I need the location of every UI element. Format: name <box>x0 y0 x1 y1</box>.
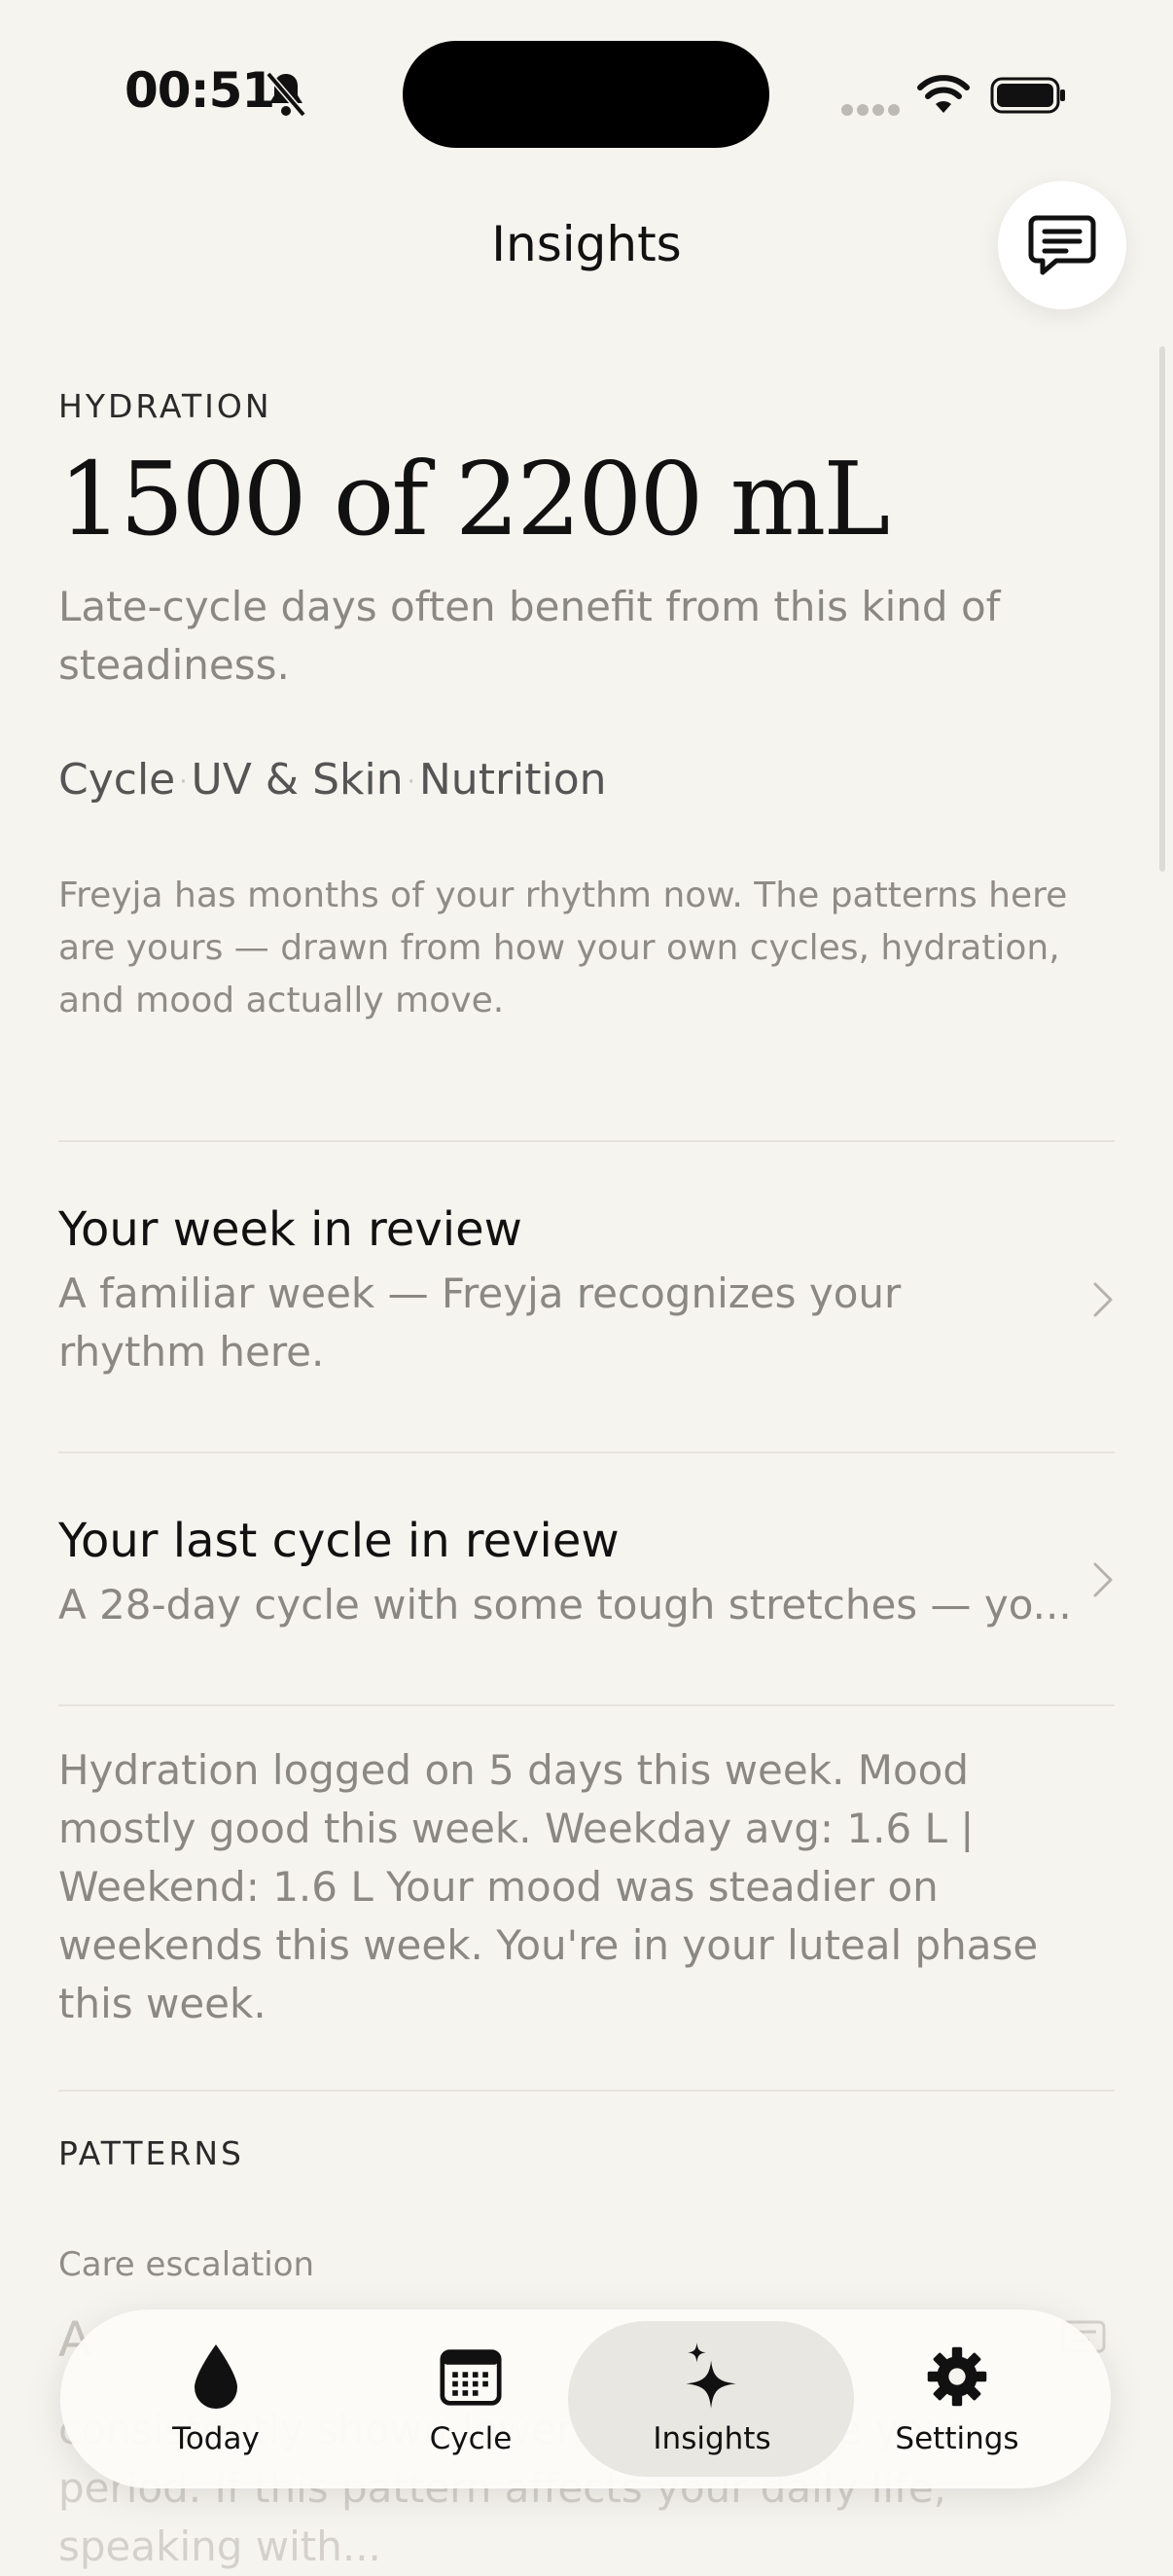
weekly-summary: Hydration logged on 5 days this week. Mo… <box>58 1746 1039 2027</box>
dynamic-island <box>403 41 769 148</box>
tab-settings[interactable]: Settings <box>850 2309 1064 2488</box>
hydration-description: Late-cycle days often benefit from this … <box>58 583 1001 689</box>
insights-intro: Freyja has months of your rhythm now. Th… <box>58 876 1068 1020</box>
chevron-right-icon <box>1093 1282 1113 1317</box>
battery-icon <box>990 77 1065 114</box>
chat-bubble-icon <box>1028 215 1096 275</box>
gear-icon <box>927 2346 987 2407</box>
patterns-eyebrow: PATTERNS <box>58 2134 244 2172</box>
tag-nutrition[interactable]: Nutrition <box>419 755 607 805</box>
status-time: 00:51 <box>124 62 275 119</box>
week-review-row[interactable]: Your week in review A familiar week — Fr… <box>58 1202 1115 1381</box>
wifi-icon <box>917 75 970 113</box>
divider <box>58 1451 1115 1453</box>
divider <box>58 2090 1115 2092</box>
week-review-title: Your week in review <box>58 1202 522 1257</box>
care-escalation-label: Care escalation <box>58 2245 315 2284</box>
tab-insights[interactable]: Insights <box>605 2309 819 2488</box>
cellular-signal-icon <box>841 104 900 116</box>
scrollbar[interactable] <box>1159 346 1165 872</box>
topic-tags: Cycle ·UV & Skin ·Nutrition <box>58 755 607 805</box>
tab-insights-label: Insights <box>653 2421 771 2456</box>
divider <box>58 1704 1115 1706</box>
tab-today[interactable]: Today <box>119 2309 313 2488</box>
hydration-value: 1500 of 2200 mL <box>58 440 890 558</box>
tab-settings-label: Settings <box>895 2421 1019 2456</box>
bell-slash-icon <box>266 71 306 118</box>
drop-icon <box>195 2344 237 2409</box>
cycle-review-subtitle: A 28-day cycle with some tough stretches… <box>58 1581 1072 1628</box>
tag-uv-skin[interactable]: UV & Skin <box>192 755 404 805</box>
sparkles-icon <box>686 2343 736 2409</box>
week-review-subtitle: A familiar week — Freyja recognizes your… <box>58 1270 902 1376</box>
cycle-review-title: Your last cycle in review <box>58 1514 620 1568</box>
tab-cycle-label: Cycle <box>429 2421 513 2456</box>
tag-cycle[interactable]: Cycle <box>58 755 175 805</box>
chat-button[interactable] <box>998 181 1126 309</box>
chevron-right-icon <box>1093 1562 1113 1597</box>
calendar-icon <box>440 2349 502 2406</box>
tab-cycle[interactable]: Cycle <box>364 2309 578 2488</box>
tab-bar: Today Cycle Insights Settings <box>60 2309 1111 2488</box>
divider <box>58 1140 1115 1142</box>
hydration-eyebrow: HYDRATION <box>58 387 272 425</box>
cycle-review-row[interactable]: Your last cycle in review A 28-day cycle… <box>58 1514 1115 1634</box>
tab-today-label: Today <box>172 2421 260 2456</box>
